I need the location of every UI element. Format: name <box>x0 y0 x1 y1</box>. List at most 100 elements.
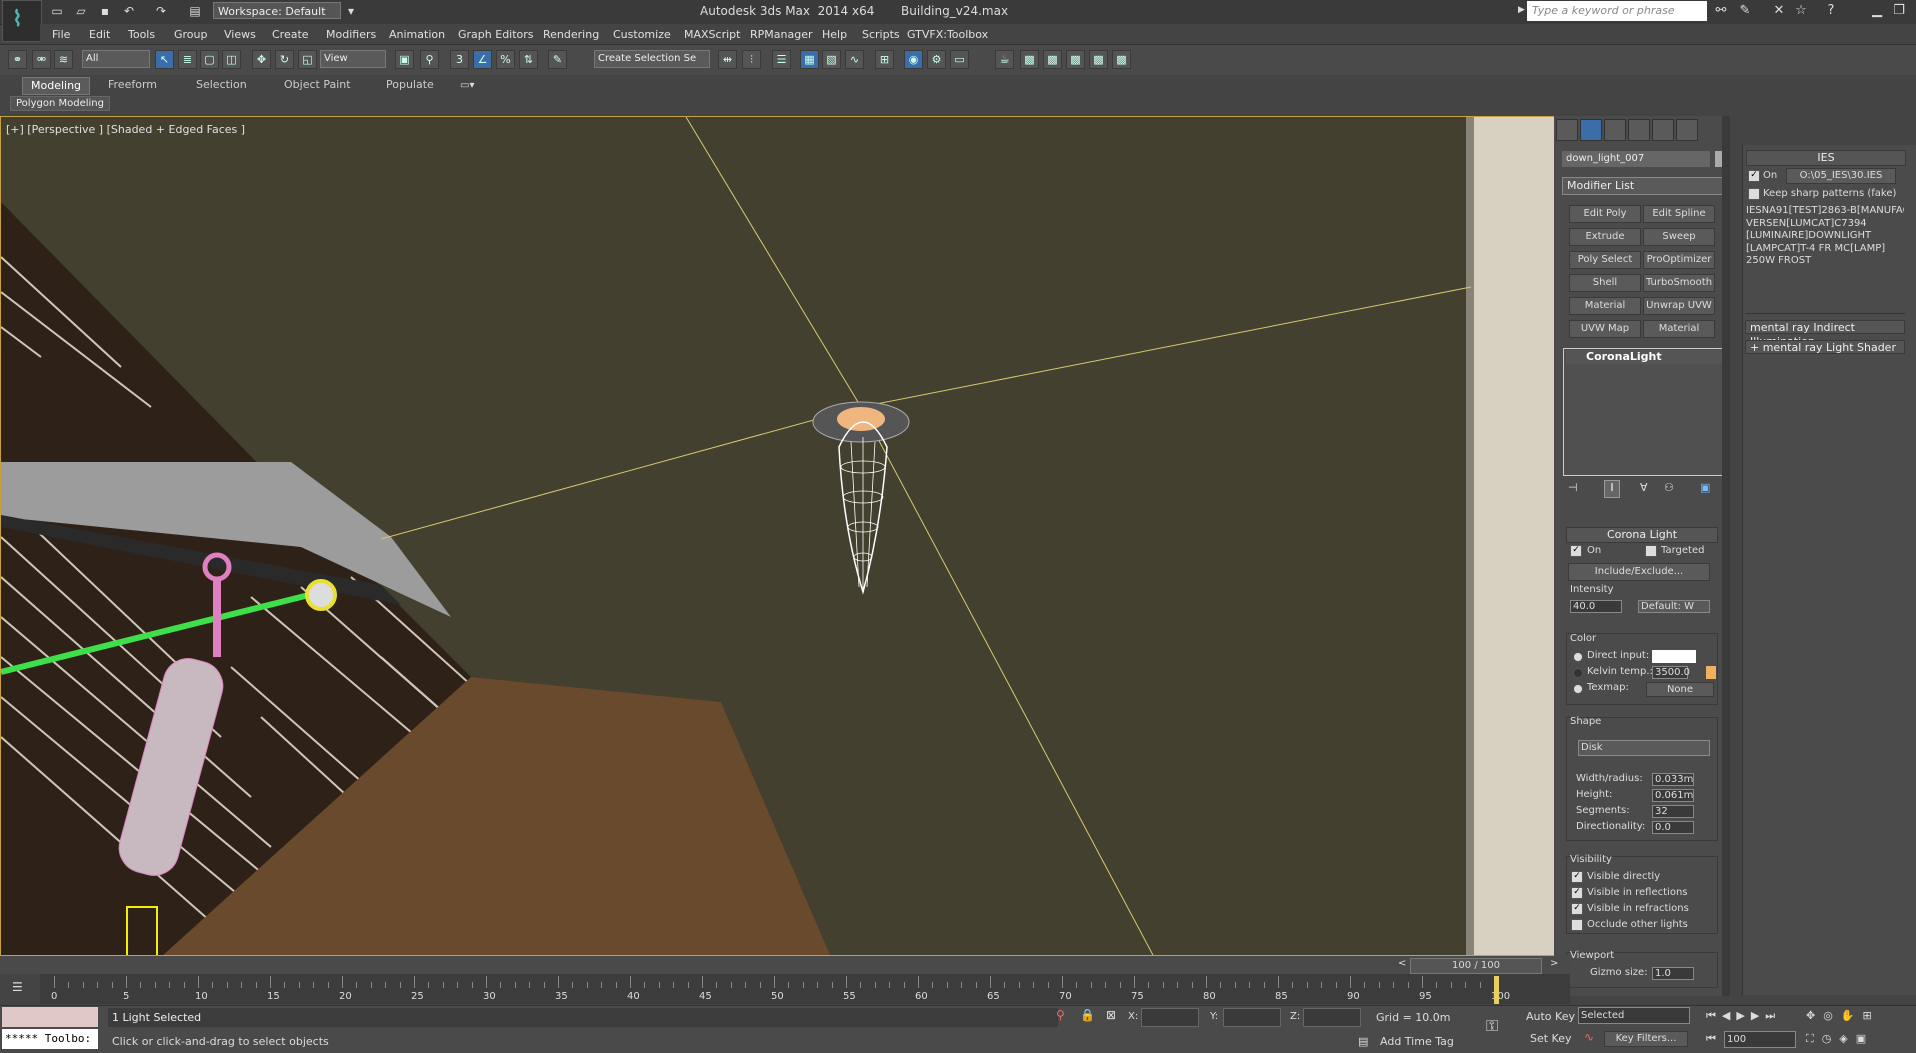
menu-file[interactable]: File <box>52 28 70 41</box>
key-mode-icon[interactable]: ⏮ <box>1706 1032 1716 1046</box>
curve-editor-icon[interactable]: ∿ <box>845 50 864 69</box>
isolate-selection-icon[interactable]: ⚲ <box>1056 1008 1065 1022</box>
material-button-2[interactable]: Material <box>1643 320 1715 338</box>
menu-modifiers[interactable]: Modifiers <box>326 28 376 41</box>
time-slider[interactable] <box>0 956 1571 974</box>
maxscript-output[interactable]: ***** Toolbo: <box>2 1029 98 1049</box>
shape-dropdown[interactable]: Disk <box>1578 740 1710 756</box>
kelvin-radio[interactable] <box>1573 668 1583 678</box>
mini-curve-editor-icon[interactable]: ☰ <box>12 980 23 994</box>
tab-selection[interactable]: Selection <box>188 77 255 93</box>
maxscript-mini-listener[interactable] <box>2 1007 98 1027</box>
mirror-icon[interactable]: ⇹ <box>718 50 737 69</box>
tab-freeform[interactable]: Freeform <box>100 77 165 93</box>
move-icon[interactable]: ✥ <box>252 50 271 69</box>
named-selection-set-dropdown[interactable]: Create Selection Se <box>594 50 710 68</box>
add-time-tag[interactable]: Add Time Tag <box>1380 1035 1454 1048</box>
ribbon-options-icon[interactable]: ▭▾ <box>460 80 474 91</box>
modify-tab-icon[interactable] <box>1580 119 1602 141</box>
rect-selection-icon[interactable]: ▢ <box>200 50 219 69</box>
current-frame-field[interactable]: 100 <box>1724 1031 1796 1048</box>
mr-indirect-illumination-rollout[interactable]: mental ray Indirect Illumination <box>1745 320 1905 348</box>
create-tab-icon[interactable] <box>1556 119 1578 141</box>
direct-input-radio[interactable] <box>1573 652 1583 662</box>
select-by-name-icon[interactable]: ≣ <box>178 50 197 69</box>
workspace-dropdown[interactable]: Workspace: Default <box>213 2 341 19</box>
y-coordinate-field[interactable] <box>1223 1008 1281 1027</box>
custom-tool-2-icon[interactable]: ▩ <box>1043 50 1062 69</box>
viewport-label[interactable]: [+] [Perspective ] [Shaded + Edged Faces… <box>6 123 245 136</box>
custom-tool-1-icon[interactable]: ▩ <box>1020 50 1039 69</box>
gizmo-size-spinner[interactable]: 1.0 <box>1652 967 1694 980</box>
include-exclude-button[interactable]: Include/Exclude... <box>1568 563 1710 581</box>
menu-views[interactable]: Views <box>224 28 256 41</box>
key-filters-button[interactable]: Key Filters... <box>1604 1031 1688 1047</box>
menu-customize[interactable]: Customize <box>613 28 671 41</box>
open-file-icon[interactable]: ▱ <box>72 3 90 19</box>
prev-frame-arrow-icon[interactable]: < <box>1398 958 1406 969</box>
viewport-nav-icons-2[interactable]: ⛶◷◈▣ <box>1806 1032 1874 1046</box>
menu-graph-editors[interactable]: Graph Editors <box>458 28 534 41</box>
edit-poly-button[interactable]: Edit Poly <box>1569 205 1641 223</box>
pivot-center-icon[interactable]: ▣ <box>395 50 414 69</box>
on-checkbox[interactable]: ✓ <box>1570 545 1582 557</box>
next-frame-arrow-icon[interactable]: > <box>1550 958 1558 969</box>
save-icon[interactable]: ▪ <box>96 3 114 19</box>
poly-select-button[interactable]: Poly Select <box>1569 251 1641 269</box>
utilities-tab-icon[interactable] <box>1676 119 1698 141</box>
edit-spline-button[interactable]: Edit Spline <box>1643 205 1715 223</box>
layer-manager-icon[interactable]: ☰ <box>772 50 791 69</box>
percent-snap-icon[interactable]: % <box>496 50 515 69</box>
lock-selection-icon[interactable]: 🔒 <box>1080 1008 1095 1022</box>
playback-controls[interactable]: ⏮◀▶▶⏭ <box>1706 1009 1781 1023</box>
selection-filter-dropdown[interactable]: All <box>82 50 150 68</box>
render-frame-icon[interactable]: ▭ <box>950 50 969 69</box>
absolute-mode-icon[interactable]: ⊠ <box>1106 1008 1116 1022</box>
menu-create[interactable]: Create <box>272 28 309 41</box>
object-name-field[interactable]: down_light_007 <box>1562 151 1710 167</box>
intensity-unit-dropdown[interactable]: Default: W <box>1638 600 1710 613</box>
selected-dropdown[interactable]: Selected <box>1578 1007 1690 1024</box>
ies-file-button[interactable]: O:\05_IES\30.IES <box>1786 168 1896 184</box>
graphite-toggle-icon[interactable]: ▧ <box>822 50 841 69</box>
unwrap-uvw-button[interactable]: Unwrap UVW <box>1643 297 1715 315</box>
occlude-other-lights-checkbox[interactable] <box>1571 919 1583 931</box>
menu-scripts[interactable]: Scripts <box>862 28 900 41</box>
motion-tab-icon[interactable] <box>1628 119 1650 141</box>
menu-tools[interactable]: Tools <box>128 28 155 41</box>
key-icon[interactable]: ⚿ <box>1486 1016 1498 1036</box>
scale-icon[interactable]: ◱ <box>298 50 317 69</box>
redo-icon[interactable]: ↷ <box>152 3 170 19</box>
direct-input-color-swatch[interactable] <box>1652 650 1696 663</box>
restore-icon[interactable]: ❐ <box>1890 2 1908 20</box>
menu-rendering[interactable]: Rendering <box>543 28 599 41</box>
extrude-button[interactable]: Extrude <box>1569 228 1641 246</box>
sweep-button[interactable]: Sweep <box>1643 228 1715 246</box>
snaps-toggle-icon[interactable]: 3 <box>450 50 469 69</box>
project-folder-icon[interactable]: ▤ <box>186 3 204 19</box>
uvw-map-button[interactable]: UVW Map <box>1569 320 1641 338</box>
workspace-menu-icon[interactable]: ▾ <box>342 3 360 19</box>
ies-on-checkbox[interactable]: ✓ <box>1748 170 1760 182</box>
menu-gtvfx-toolbox[interactable]: GTVFX:Toolbox <box>907 28 988 41</box>
app-menu-button[interactable]: ⌇ <box>2 0 42 42</box>
corona-light-rollout-header[interactable]: Corona Light <box>1566 527 1718 543</box>
visible-in-refractions-checkbox[interactable]: ✓ <box>1571 903 1583 915</box>
new-file-icon[interactable]: ▭ <box>48 3 66 19</box>
expand-icon[interactable]: ▶ <box>1518 5 1525 15</box>
visible-in-reflections-checkbox[interactable]: ✓ <box>1571 887 1583 899</box>
subscription-icon[interactable]: ✎ <box>1736 2 1754 20</box>
mr-light-shader-rollout[interactable]: + mental ray Light Shader <box>1745 340 1905 354</box>
schematic-view-icon[interactable]: ⊞ <box>875 50 894 69</box>
custom-tool-5-icon[interactable]: ▩ <box>1112 50 1131 69</box>
set-key-curve-icon[interactable]: ∿ <box>1584 1030 1594 1044</box>
height-spinner[interactable]: 0.061m <box>1652 789 1694 802</box>
tab-modeling[interactable]: Modeling <box>22 77 91 95</box>
remove-modifier-icon[interactable]: ⚇ <box>1664 481 1674 494</box>
menu-edit[interactable]: Edit <box>89 28 110 41</box>
command-panel-scrollbar[interactable] <box>1722 116 1730 996</box>
turbosmooth-button[interactable]: TurboSmooth <box>1643 274 1715 292</box>
time-slider-thumb[interactable]: 100 / 100 <box>1410 958 1542 974</box>
binoculars-icon[interactable]: ⚯ <box>1712 2 1730 20</box>
segments-spinner[interactable]: 32 <box>1652 805 1694 818</box>
